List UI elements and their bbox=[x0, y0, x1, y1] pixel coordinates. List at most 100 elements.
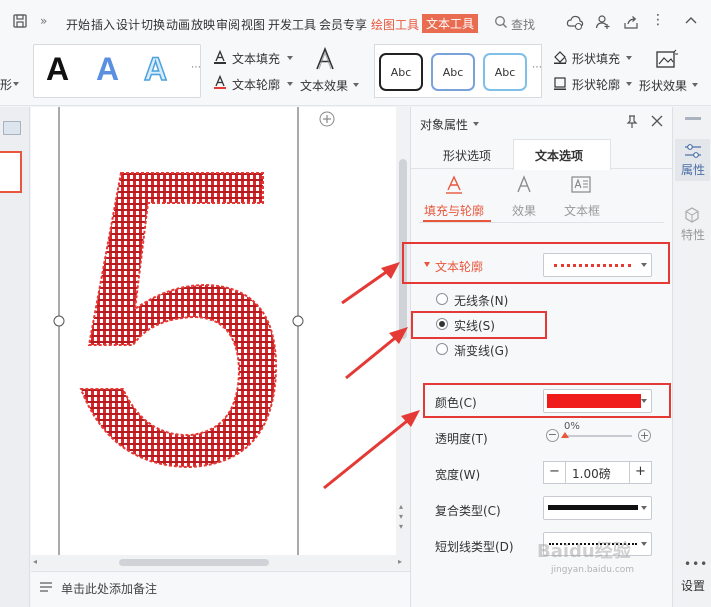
close-icon[interactable] bbox=[651, 115, 663, 127]
menu-bar: » 开始 插入 设计 切换 动画 放映 审阅 视图 开发工具 会员专享 绘图工具… bbox=[0, 0, 711, 44]
menu-animation[interactable]: 动画 bbox=[166, 16, 190, 33]
cloud-icon[interactable] bbox=[566, 14, 584, 30]
menu-view[interactable]: 视图 bbox=[241, 16, 265, 33]
scroll-right-icon[interactable]: ▸ bbox=[398, 557, 402, 566]
compound-type-dropdown[interactable] bbox=[543, 496, 652, 520]
pin-icon[interactable] bbox=[625, 115, 639, 129]
slide-canvas[interactable] bbox=[31, 107, 396, 555]
shape-style-sample-2[interactable]: Abc bbox=[431, 53, 475, 91]
tab-text-options[interactable]: 文本选项 bbox=[535, 147, 583, 164]
shape-effect-icon[interactable] bbox=[655, 48, 679, 72]
settings-label[interactable]: 设置 bbox=[681, 577, 705, 594]
textbox-icon[interactable] bbox=[571, 176, 591, 193]
shape-effect-arrow-icon bbox=[692, 83, 698, 87]
menu-drawing-tools[interactable]: 绘图工具 bbox=[371, 16, 419, 33]
watermark-baidu: Baidu经验 bbox=[537, 541, 631, 562]
menu-member[interactable]: 会员专享 bbox=[319, 16, 367, 33]
text-fill-arrow-icon bbox=[287, 56, 293, 60]
properties-button[interactable]: 属性 bbox=[675, 139, 710, 181]
menu-developer[interactable]: 开发工具 bbox=[268, 16, 316, 33]
menu-text-tools[interactable]: 文本工具 bbox=[422, 14, 479, 33]
shape-fill-arrow-icon bbox=[626, 56, 632, 60]
horizontal-scrollbar[interactable]: ◂ ▸ bbox=[31, 555, 410, 570]
menu-slideshow[interactable]: 放映 bbox=[191, 16, 215, 33]
ribbon-cut-label[interactable]: 形 bbox=[0, 76, 12, 93]
option-no-line[interactable]: 无线条(N) bbox=[454, 292, 508, 309]
notes-bar[interactable]: 单击此处添加备注 bbox=[31, 571, 410, 607]
save-icon[interactable] bbox=[12, 13, 28, 29]
share-icon[interactable] bbox=[623, 14, 639, 30]
shape-outline-button[interactable]: 形状轮廓 bbox=[572, 76, 620, 93]
text-fill-icon[interactable] bbox=[213, 49, 227, 64]
highlight-text-outline-row bbox=[402, 242, 670, 284]
more-arrows-icon[interactable]: » bbox=[40, 14, 47, 28]
text-outline-icon[interactable] bbox=[213, 74, 227, 89]
menu-transition[interactable]: 切换 bbox=[141, 16, 165, 33]
gallery-expand-icon[interactable]: ⋯ bbox=[191, 62, 201, 73]
transparency-slider-thumb[interactable] bbox=[561, 432, 569, 438]
search-label[interactable]: 查找 bbox=[511, 16, 535, 33]
effect-icon[interactable] bbox=[515, 175, 533, 195]
fill-outline-icon[interactable] bbox=[445, 175, 463, 195]
width-stepper[interactable]: − 1.00磅 + bbox=[543, 461, 652, 484]
shape-style-gallery[interactable]: Abc Abc Abc bbox=[374, 44, 542, 98]
increase-icon[interactable]: + bbox=[638, 429, 651, 442]
option-gradient-line[interactable]: 渐变线(G) bbox=[454, 342, 509, 359]
panel-title[interactable]: 对象属性 bbox=[420, 116, 468, 133]
transparency-slider-track[interactable] bbox=[564, 435, 632, 437]
features-label[interactable]: 特性 bbox=[681, 226, 705, 243]
scroll-left-icon[interactable]: ◂ bbox=[33, 557, 37, 566]
thumbnail-view-icon[interactable] bbox=[3, 121, 21, 135]
settings-dots-icon[interactable]: ••• bbox=[684, 557, 708, 571]
decrease-icon[interactable]: − bbox=[546, 429, 559, 442]
subtab-fill-outline[interactable]: 填充与轮廓 bbox=[424, 202, 484, 219]
compound-dropdown-arrow-icon bbox=[641, 506, 647, 510]
radio-no-line[interactable] bbox=[436, 293, 448, 305]
subtab-effect[interactable]: 效果 bbox=[512, 202, 536, 219]
text-effect-button[interactable]: 文本效果 bbox=[300, 77, 348, 94]
wordart-style-gallery[interactable]: A A A bbox=[33, 44, 201, 98]
shape-effect-button[interactable]: 形状效果 bbox=[639, 77, 687, 94]
tab-shape-options[interactable]: 形状选项 bbox=[443, 147, 491, 164]
text-outline-arrow-icon bbox=[287, 82, 293, 86]
subtab-textbox[interactable]: 文本框 bbox=[564, 202, 600, 219]
shape-outline-icon[interactable] bbox=[553, 76, 568, 90]
wordart-style-outline[interactable]: A bbox=[143, 50, 168, 88]
shape-style-sample-3[interactable]: Abc bbox=[483, 53, 527, 91]
notes-icon[interactable] bbox=[39, 581, 53, 593]
shape-fill-icon[interactable] bbox=[553, 50, 568, 64]
notes-placeholder[interactable]: 单击此处添加备注 bbox=[61, 580, 157, 597]
text-effect-icon[interactable] bbox=[313, 46, 337, 72]
width-increment-button[interactable]: + bbox=[629, 462, 651, 483]
wordart-style-blue[interactable]: A bbox=[96, 51, 119, 88]
wordart-style-black[interactable]: A bbox=[46, 51, 69, 88]
scroll-down-arrows-icon[interactable]: ▴ ▾ ▾ bbox=[399, 502, 403, 532]
vertical-scrollbar[interactable]: ▴ ▾ ▾ bbox=[396, 107, 410, 555]
text-fill-button[interactable]: 文本填充 bbox=[232, 50, 280, 67]
shape-fill-button[interactable]: 形状填充 bbox=[572, 50, 620, 67]
width-value[interactable]: 1.00磅 bbox=[572, 465, 611, 482]
collapse-ribbon-icon[interactable] bbox=[684, 14, 698, 26]
slide-thumbnail[interactable] bbox=[0, 151, 22, 193]
rail-top-icon[interactable] bbox=[685, 117, 701, 120]
compound-type-label: 复合类型(C) bbox=[435, 504, 501, 518]
search-icon[interactable] bbox=[494, 15, 508, 29]
radio-gradient-line[interactable] bbox=[436, 343, 448, 355]
add-user-icon[interactable] bbox=[595, 14, 611, 30]
menu-review[interactable]: 审阅 bbox=[216, 16, 240, 33]
width-decrement-button[interactable]: − bbox=[544, 462, 566, 483]
shape-gallery-expand-icon[interactable]: ⋯ bbox=[532, 62, 542, 73]
subtab-divider bbox=[419, 222, 664, 223]
text-outline-button[interactable]: 文本轮廓 bbox=[232, 76, 280, 93]
hscroll-thumb[interactable] bbox=[119, 559, 269, 566]
more-menu-icon[interactable]: ⋮ bbox=[651, 12, 665, 28]
menu-insert[interactable]: 插入 bbox=[91, 16, 115, 33]
dash-type-label: 短划线类型(D) bbox=[435, 540, 514, 554]
menu-home[interactable]: 开始 bbox=[66, 16, 90, 33]
shape-style-sample-1[interactable]: Abc bbox=[379, 53, 423, 91]
shape-outline-arrow-icon bbox=[626, 82, 632, 86]
features-icon[interactable] bbox=[684, 207, 700, 223]
menu-design[interactable]: 设计 bbox=[116, 16, 140, 33]
text-effect-arrow-icon bbox=[353, 83, 359, 87]
transparency-label: 透明度(T) bbox=[435, 432, 488, 446]
